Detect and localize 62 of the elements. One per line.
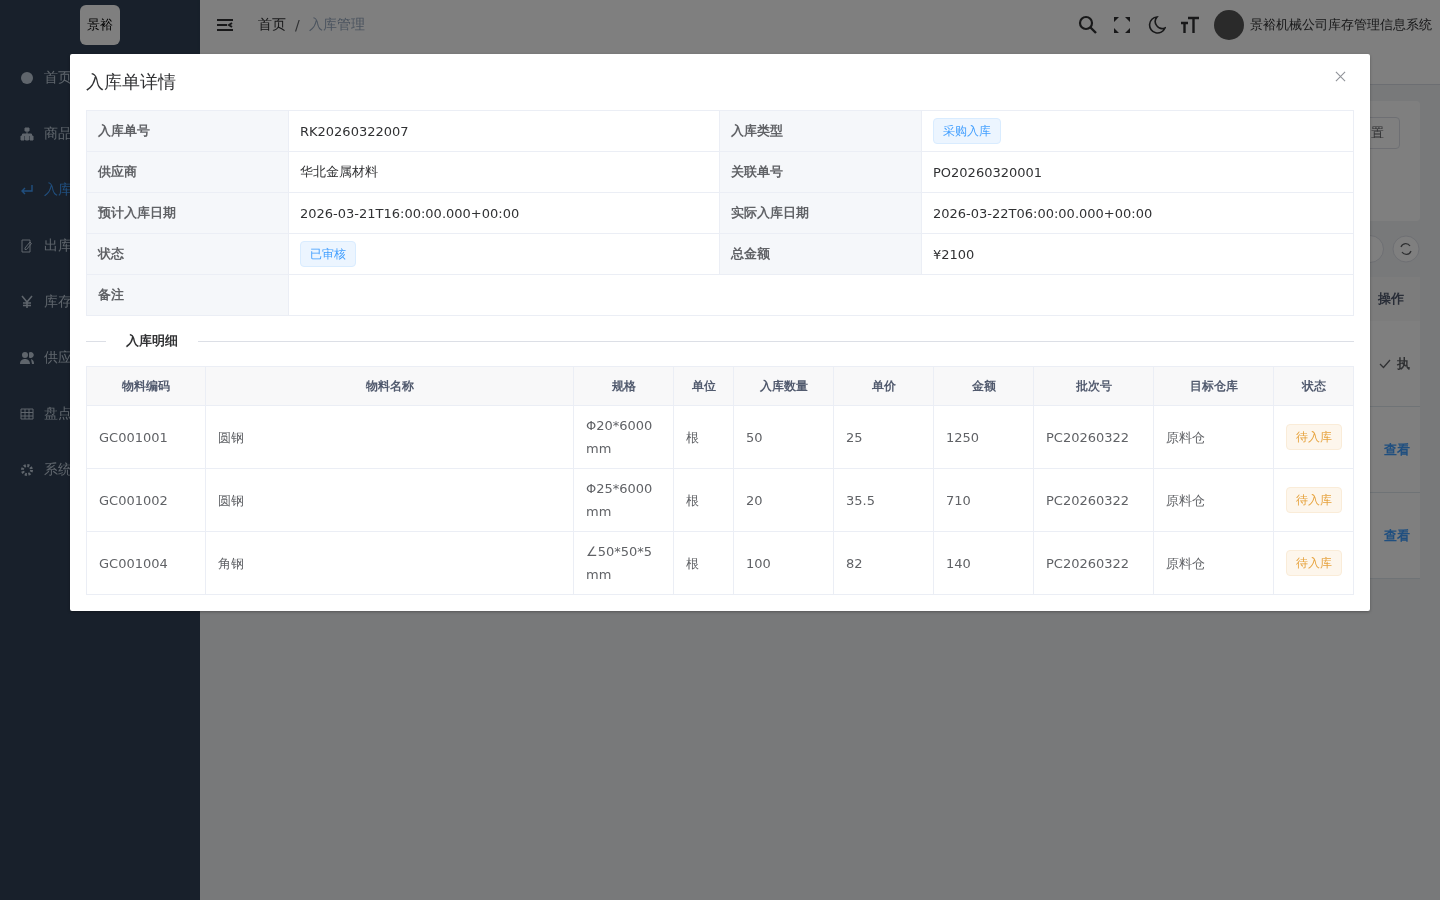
table-cell: 35.5 bbox=[834, 469, 934, 531]
table-cell: GC001004 bbox=[87, 532, 206, 594]
field-value: 2026-03-22T06:00:00.000+00:00 bbox=[933, 205, 1153, 221]
status-tag: 待入库 bbox=[1286, 424, 1342, 450]
table-cell: PC20260322 bbox=[1034, 469, 1154, 531]
table-cell: 圆钢 bbox=[206, 469, 574, 531]
field-label: 预计入库日期 bbox=[87, 193, 289, 233]
field-label: 实际入库日期 bbox=[720, 193, 922, 233]
column-header: 单位 bbox=[674, 367, 734, 405]
column-header: 批次号 bbox=[1034, 367, 1154, 405]
table-cell: 25 bbox=[834, 406, 934, 468]
table-cell: 原料仓 bbox=[1154, 406, 1274, 468]
column-header: 物料名称 bbox=[206, 367, 574, 405]
table-cell: 根 bbox=[674, 469, 734, 531]
column-header: 状态 bbox=[1300, 377, 1327, 395]
table-cell: 根 bbox=[674, 406, 734, 468]
section-title: 入库明细 bbox=[125, 332, 179, 350]
table-cell: Φ20*6000mm bbox=[574, 406, 674, 468]
column-header: 入库数量 bbox=[734, 367, 834, 405]
field-value: ¥2100 bbox=[933, 246, 975, 262]
table-cell: 根 bbox=[674, 532, 734, 594]
status-tag: 已审核 bbox=[300, 241, 356, 267]
table-cell: 140 bbox=[934, 532, 1034, 594]
field-label: 供应商 bbox=[87, 152, 289, 192]
column-header: 物料编码 bbox=[87, 367, 206, 405]
table-cell: 50 bbox=[734, 406, 834, 468]
field-label: 备注 bbox=[87, 275, 289, 315]
table-cell: 20 bbox=[734, 469, 834, 531]
table-cell: Φ25*6000mm bbox=[574, 469, 674, 531]
field-label: 总金额 bbox=[720, 234, 922, 274]
field-value: RK20260322007 bbox=[300, 123, 409, 139]
table-cell: 710 bbox=[934, 469, 1034, 531]
status-tag: 采购入库 bbox=[933, 118, 1001, 144]
column-header: 规格 bbox=[574, 367, 674, 405]
field-label: 入库类型 bbox=[720, 111, 922, 151]
status-tag: 待入库 bbox=[1286, 550, 1342, 576]
column-header: 金额 bbox=[934, 367, 1034, 405]
table-cell: GC001002 bbox=[87, 469, 206, 531]
breadcrumb-separator: / bbox=[295, 17, 300, 33]
system-name: 景裕机械公司库存管理信息系统 bbox=[1250, 16, 1432, 34]
table-cell: 原料仓 bbox=[1154, 532, 1274, 594]
field-value: PO20260320001 bbox=[933, 164, 1043, 180]
table-cell: 82 bbox=[834, 532, 934, 594]
dialog-title: 入库单详情 bbox=[86, 70, 176, 94]
logo: 景裕 bbox=[80, 5, 120, 45]
table-cell: 原料仓 bbox=[1154, 469, 1274, 531]
field-label: 关联单号 bbox=[720, 152, 922, 192]
column-header: 单价 bbox=[834, 367, 934, 405]
table-cell: 1250 bbox=[934, 406, 1034, 468]
field-label: 状态 bbox=[87, 234, 289, 274]
table-cell: 圆钢 bbox=[206, 406, 574, 468]
field-value: 2026-03-21T16:00:00.000+00:00 bbox=[300, 205, 520, 221]
table-cell: 100 bbox=[734, 532, 834, 594]
table-cell: PC20260322 bbox=[1034, 532, 1154, 594]
table-cell: PC20260322 bbox=[1034, 406, 1154, 468]
table-cell: 角钢 bbox=[206, 532, 574, 594]
table-cell: GC001001 bbox=[87, 406, 206, 468]
table-cell: ∠50*50*5mm bbox=[574, 532, 674, 594]
field-value: 华北金属材料 bbox=[300, 163, 378, 181]
column-header: 目标仓库 bbox=[1154, 367, 1274, 405]
field-label: 入库单号 bbox=[87, 111, 289, 151]
status-tag: 待入库 bbox=[1286, 487, 1342, 513]
